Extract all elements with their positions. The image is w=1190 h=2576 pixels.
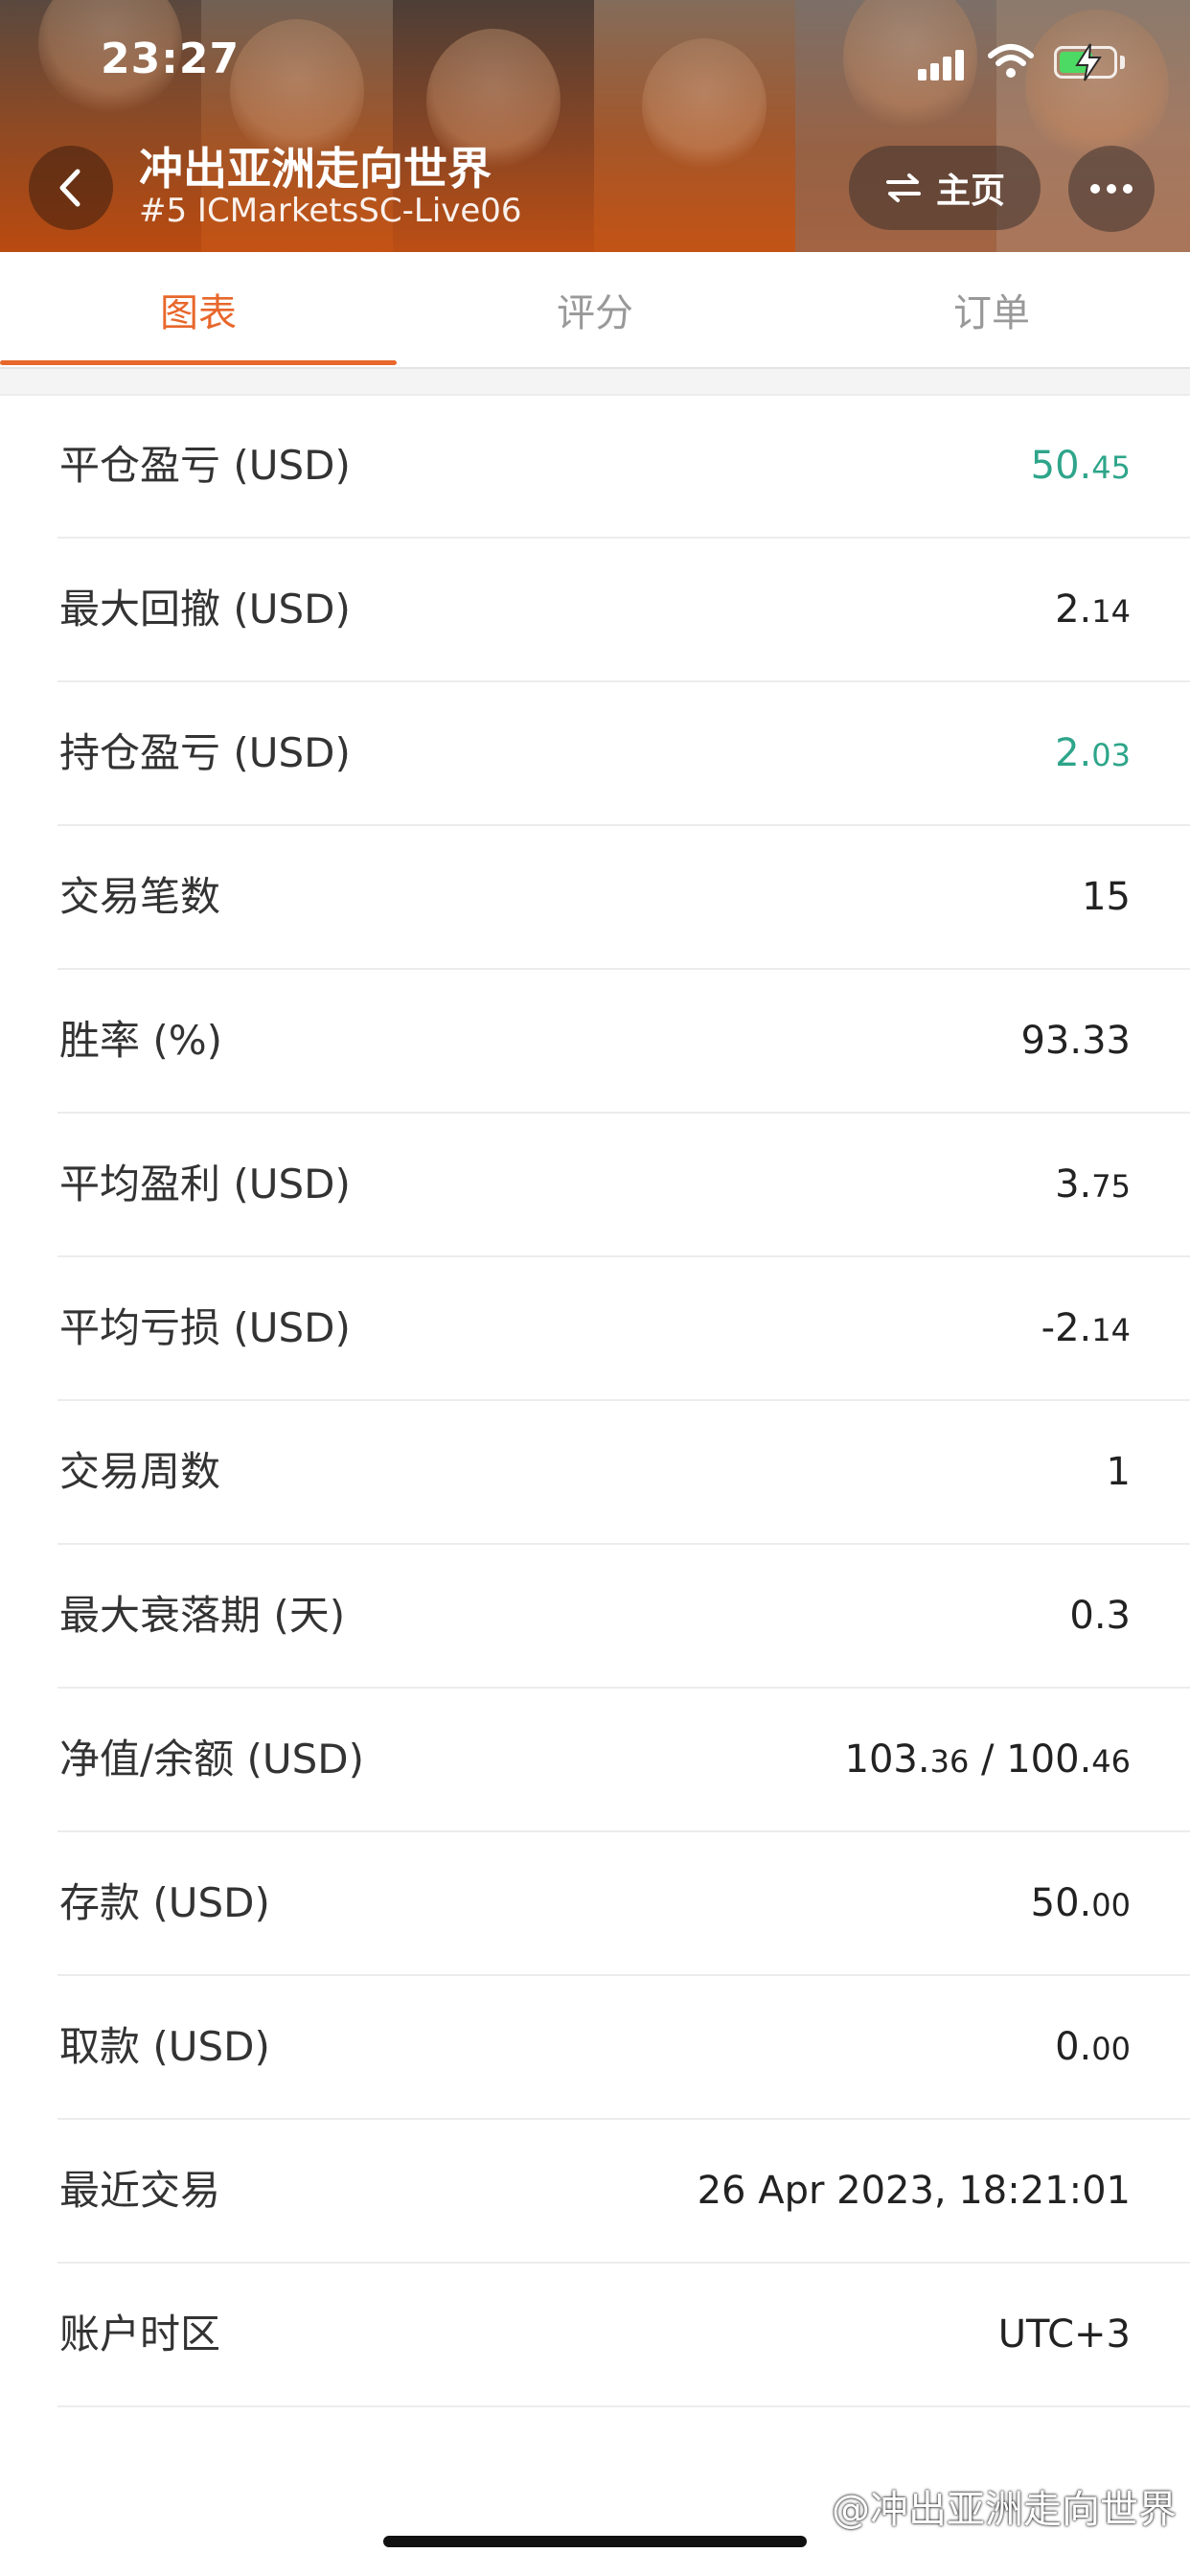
stat-label: 账户时区 — [59, 2311, 221, 2358]
stat-value-part: / 100. — [969, 1737, 1092, 1782]
stat-value-part: 2. — [1055, 587, 1092, 632]
stat-value: 50.45 — [1031, 395, 1131, 537]
section-divider — [0, 369, 1190, 396]
stat-label: 存款 (USD) — [59, 1879, 270, 1926]
account-subtitle: #5 ICMarketsSC-Live06 — [139, 192, 522, 230]
stat-row: 最近交易 26 Apr 2023, 18:21:01 — [57, 2120, 1190, 2264]
signal-icon — [918, 48, 968, 80]
stat-value-part: 36 — [929, 1743, 970, 1780]
stat-row: 账户时区 UTC+3 — [57, 2264, 1190, 2407]
charging-bolt-icon — [1075, 43, 1102, 81]
stat-value-part: 14 — [1091, 1312, 1131, 1348]
stat-value-part: 2. — [1055, 731, 1092, 775]
stat-value: 0.3 — [1069, 1545, 1131, 1687]
stat-label: 持仓盈亏 (USD) — [59, 729, 351, 776]
back-chevron-icon — [59, 169, 80, 207]
stat-value: 1 — [1107, 1401, 1131, 1543]
stat-row: 平均盈利 (USD) 3.75 — [57, 1114, 1190, 1257]
stat-value: 103.36 / 100.46 — [845, 1689, 1131, 1830]
stat-value: 3.75 — [1055, 1114, 1131, 1255]
stat-value-part: 103. — [844, 1737, 930, 1782]
more-dots-icon — [1090, 184, 1133, 194]
home-button-label: 主页 — [935, 172, 1005, 211]
tab-bar: 图表 评分 订单 — [0, 252, 1190, 369]
watermark: @冲出亚洲走向世界 — [832, 2488, 1177, 2532]
stat-row: 交易周数 1 — [57, 1401, 1190, 1545]
stat-row: 净值/余额 (USD) 103.36 / 100.46 — [57, 1689, 1190, 1832]
tab-chart[interactable]: 图表 — [0, 252, 397, 367]
stat-row: 存款 (USD) 50.00 — [57, 1832, 1190, 1976]
stat-value-part: 00 — [1091, 2031, 1131, 2067]
stat-label: 取款 (USD) — [59, 2023, 270, 2070]
home-indicator — [383, 2536, 807, 2547]
stat-value: 15 — [1082, 826, 1131, 968]
wifi-icon — [988, 44, 1034, 78]
stat-label: 平均盈利 (USD) — [59, 1161, 351, 1208]
stat-row: 胜率 (%) 93.33 — [57, 970, 1190, 1114]
stat-label: 净值/余额 (USD) — [59, 1736, 365, 1782]
swap-arrows-icon — [885, 173, 921, 202]
tab-orders[interactable]: 订单 — [793, 252, 1190, 367]
stat-value: -2.14 — [1041, 1257, 1131, 1399]
more-button[interactable] — [1068, 146, 1155, 232]
stat-value-part: 50. — [1030, 1881, 1092, 1925]
stat-row: 最大回撤 (USD) 2.14 — [57, 539, 1190, 682]
stat-row: 持仓盈亏 (USD) 2.03 — [57, 682, 1190, 826]
stat-value-part: 03 — [1091, 737, 1131, 773]
stat-row: 平仓盈亏 (USD) 50.45 — [57, 395, 1190, 539]
stat-value-part: 0.3 — [1069, 1594, 1131, 1638]
stat-label: 交易笔数 — [59, 873, 221, 920]
home-button[interactable]: 主页 — [849, 146, 1041, 230]
stat-value-part: -2. — [1041, 1306, 1092, 1350]
stat-label: 胜率 (%) — [59, 1017, 223, 1064]
stat-row: 交易笔数 15 — [57, 826, 1190, 970]
stats-list: 平仓盈亏 (USD) 50.45 最大回撤 (USD) 2.14 持仓盈亏 (USD) 2… — [0, 395, 1190, 2407]
stat-value-part: 75 — [1091, 1168, 1131, 1205]
stat-value-part: 50. — [1030, 444, 1092, 488]
stat-label: 交易周数 — [59, 1448, 221, 1495]
stat-value-part: 93.33 — [1020, 1019, 1131, 1063]
back-button[interactable] — [29, 146, 113, 230]
tab-rating[interactable]: 评分 — [397, 252, 793, 367]
stat-label: 平均亏损 (USD) — [59, 1304, 351, 1351]
stat-value: 0.00 — [1055, 1976, 1131, 2118]
page-title: 冲出亚洲走向世界 — [139, 143, 492, 195]
stat-value-part: 46 — [1091, 1743, 1131, 1780]
battery-tip — [1120, 56, 1125, 69]
stat-value-part: 1 — [1106, 1450, 1131, 1494]
stat-row: 平均亏损 (USD) -2.14 — [57, 1257, 1190, 1401]
stat-label: 平仓盈亏 (USD) — [59, 442, 351, 489]
stat-label: 最大衰落期 (天) — [59, 1592, 346, 1639]
stat-label: 最近交易 — [59, 2167, 221, 2214]
stat-value: 2.03 — [1055, 682, 1131, 824]
stat-value-part: 0. — [1055, 2025, 1092, 2069]
stat-value: UTC+3 — [998, 2264, 1131, 2405]
stat-value-part: 3. — [1055, 1162, 1092, 1207]
status-time: 23:27 — [101, 34, 240, 83]
stat-value: 50.00 — [1031, 1832, 1131, 1974]
profile-header: 23:27 冲出亚洲走向世界 #5 ICMarketsSC-Live06 主页 — [0, 0, 1190, 252]
stat-value-part: 15 — [1082, 875, 1131, 919]
stat-label: 最大回撤 (USD) — [59, 586, 351, 632]
stat-value-part: 45 — [1091, 449, 1131, 486]
stat-value-part: 14 — [1091, 593, 1131, 630]
stat-value: 93.33 — [1020, 970, 1131, 1112]
stat-value-part: 26 Apr 2023, 18:21:01 — [697, 2169, 1131, 2213]
stat-value-part: UTC+3 — [997, 2312, 1131, 2357]
stat-value-part: 00 — [1091, 1887, 1131, 1923]
stat-value: 26 Apr 2023, 18:21:01 — [698, 2120, 1131, 2262]
stat-row: 取款 (USD) 0.00 — [57, 1976, 1190, 2120]
stat-row: 最大衰落期 (天) 0.3 — [57, 1545, 1190, 1689]
active-tab-indicator — [0, 360, 397, 365]
stat-value: 2.14 — [1055, 539, 1131, 680]
